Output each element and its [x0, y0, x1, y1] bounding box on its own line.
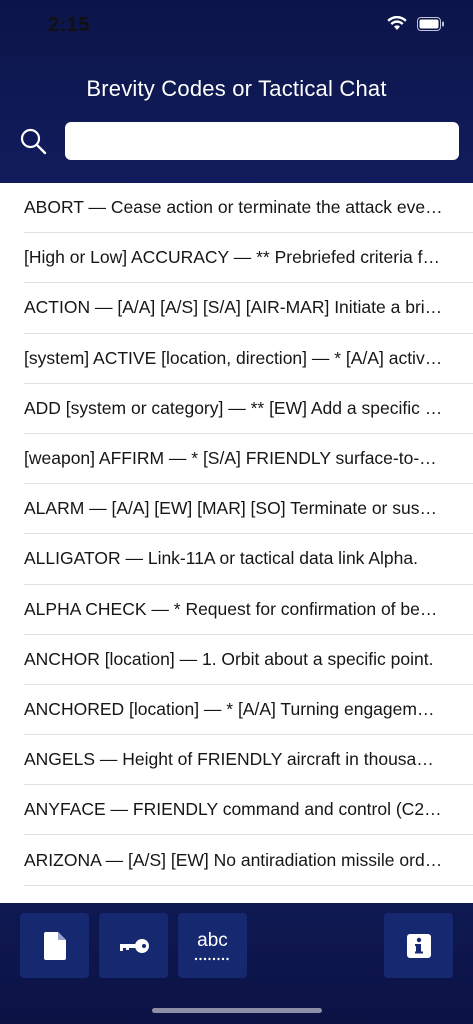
abc-icon: abc	[197, 929, 228, 951]
search-input[interactable]	[65, 122, 459, 160]
list-item-label: ALARM — [A/A] [EW] [MAR] [SO] Terminate …	[24, 498, 443, 519]
list-item[interactable]: ARIZONA — [A/S] [EW] No antiradiation mi…	[24, 835, 473, 886]
list-item[interactable]: ANCHORED [location] — * [A/A] Turning en…	[24, 685, 473, 736]
status-time: 2:15	[48, 14, 91, 36]
list-item-label: ADD [system or category] — ** [EW] Add a…	[24, 397, 443, 418]
list-item[interactable]: ANGELS — Height of FRIENDLY aircraft in …	[24, 735, 473, 786]
search-icon	[20, 128, 47, 155]
list-item[interactable]: ALLIGATOR — Link-11A or tactical data li…	[24, 534, 473, 585]
abc-button[interactable]: abc	[178, 913, 247, 978]
status-icons	[387, 16, 445, 31]
list-item[interactable]: ANCHOR [location] — 1. Orbit about a spe…	[24, 635, 473, 685]
document-button[interactable]	[20, 913, 89, 978]
page-title: Brevity Codes or Tactical Chat	[86, 76, 387, 101]
list-item-label: ABORT — Cease action or terminate the at…	[24, 197, 443, 218]
list-item[interactable]: ABORT — Cease action or terminate the at…	[24, 183, 473, 234]
key-button[interactable]	[99, 913, 168, 978]
list-item[interactable]: ALARM — [A/A] [EW] [MAR] [SO] Terminate …	[24, 484, 473, 535]
list-item-label: ANGELS — Height of FRIENDLY aircraft in …	[24, 749, 443, 770]
list-item-label: ANCHOR [location] — 1. Orbit about a spe…	[24, 648, 434, 669]
list-item-label: ALPHA CHECK — * Request for confirmation…	[24, 598, 443, 619]
home-indicator	[152, 1008, 322, 1013]
list-item[interactable]: [weapon] AFFIRM — * [S/A] FRIENDLY surfa…	[24, 434, 473, 485]
list-item[interactable]: ALPHA CHECK — * Request for confirmation…	[24, 585, 473, 635]
list-item[interactable]: [High or Low] ACCURACY — ** Prebriefed c…	[24, 233, 473, 284]
info-button[interactable]	[384, 913, 453, 978]
list-item-label: [High or Low] ACCURACY — ** Prebriefed c…	[24, 247, 443, 268]
status-bar: 2:15	[0, 0, 473, 50]
entry-list[interactable]: ABORT — Cease action or terminate the at…	[0, 183, 473, 903]
list-item[interactable]: [system] ACTIVE [location, direction] — …	[24, 334, 473, 384]
list-item[interactable]: ANYFACE — FRIENDLY command and control (…	[24, 785, 473, 836]
list-item-label: ALLIGATOR — Link-11A or tactical data li…	[24, 548, 418, 569]
list-item-label: [weapon] AFFIRM — * [S/A] FRIENDLY surfa…	[24, 448, 443, 469]
info-icon	[406, 933, 431, 958]
battery-icon	[417, 16, 444, 31]
document-icon	[43, 931, 66, 960]
list-item-label: ARIZONA — [A/S] [EW] No antiradiation mi…	[24, 849, 443, 870]
list-item-label: ACTION — [A/A] [A/S] [S/A] [AIR-MAR] Ini…	[24, 297, 443, 318]
wifi-icon	[387, 16, 407, 30]
list-item-label: ANCHORED [location] — * [A/A] Turning en…	[24, 698, 443, 719]
header: 2:15 Brevity Codes or Tactical Chat	[0, 0, 473, 183]
list-item-label: [system] ACTIVE [location, direction] — …	[24, 347, 443, 368]
bottom-toolbar: abc	[0, 903, 473, 1024]
key-icon	[119, 938, 149, 953]
dotted-underline-icon	[194, 957, 229, 961]
list-item[interactable]: ACTION — [A/A] [A/S] [S/A] [AIR-MAR] Ini…	[24, 283, 473, 334]
list-item[interactable]: ADD [system or category] — ** [EW] Add a…	[24, 384, 473, 434]
list-item-label: ANYFACE — FRIENDLY command and control (…	[24, 799, 443, 820]
